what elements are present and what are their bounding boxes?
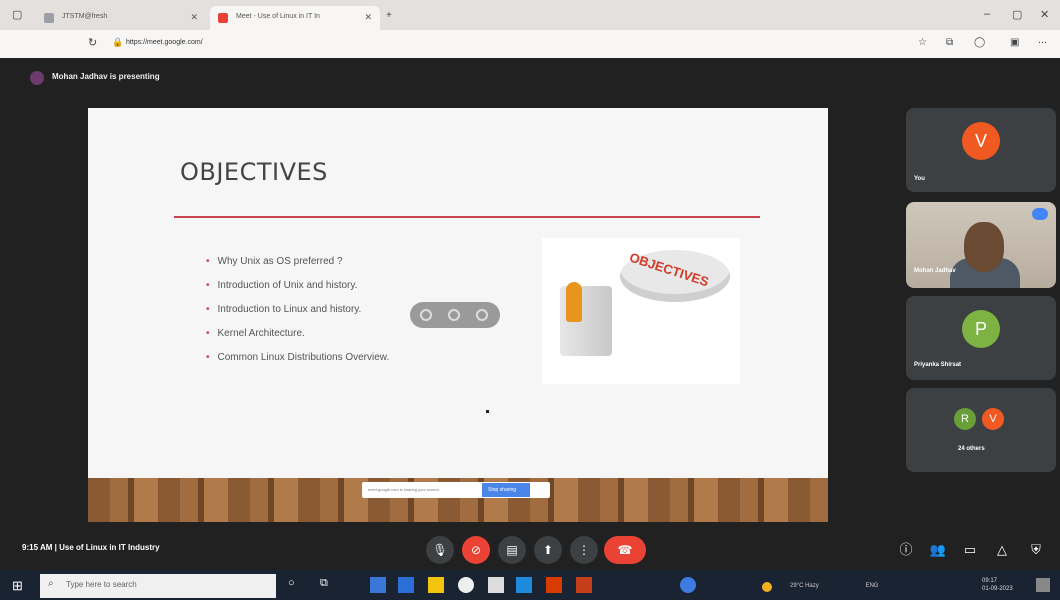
title-underline: [174, 216, 760, 218]
extensions-icon[interactable]: ⧉: [946, 37, 953, 48]
meet-favicon-icon: [218, 13, 228, 23]
bullet-item: • Introduction of Unix and history.: [206, 280, 358, 291]
powerpoint-icon[interactable]: [576, 577, 592, 593]
bullet-item: • Why Unix as OS preferred ?: [206, 256, 343, 267]
info-icon: ⓘ: [899, 542, 913, 557]
weather-icon: [762, 582, 772, 592]
window-icon[interactable]: ▢: [12, 8, 22, 21]
zoom-icon[interactable]: [448, 309, 460, 321]
camera-off-button[interactable]: ⊘: [462, 536, 490, 564]
close-icon[interactable]: ✕: [190, 12, 198, 23]
refresh-icon[interactable]: ↻: [88, 36, 97, 49]
chrome-icon[interactable]: [458, 577, 474, 593]
favorite-icon[interactable]: ☆: [918, 37, 927, 48]
pin-icon[interactable]: [420, 309, 432, 321]
start-icon[interactable]: ⊞: [12, 578, 23, 594]
close-window-icon[interactable]: ✕: [1040, 8, 1049, 21]
bullet-item: • Kernel Architecture.: [206, 328, 305, 339]
slide-title: OBJECTIVES: [180, 158, 328, 186]
presenting-banner: Mohan Jadhav is presenting: [52, 72, 160, 81]
activities-icon: △: [997, 542, 1007, 557]
present-button[interactable]: ⬆: [534, 536, 562, 564]
participant-name: Mohan Jadhav: [914, 268, 956, 274]
collections-icon[interactable]: ▣: [1010, 37, 1019, 48]
tab-label: Meet - Use of Linux in IT In: [236, 13, 320, 20]
more-options-button[interactable]: ⋮: [570, 536, 598, 564]
present-icon: ⬆: [542, 543, 554, 557]
avatar: V: [982, 408, 1004, 430]
stop-sharing-button[interactable]: Stop sharing: [482, 483, 530, 497]
speaking-indicator-icon: [1032, 208, 1048, 220]
meeting-info: 9:15 AM | Use of Linux in IT Industry: [22, 543, 160, 552]
new-tab-button[interactable]: +: [386, 10, 392, 21]
avatar: V: [962, 122, 1000, 160]
url-field[interactable]: https://meet.google.com/: [126, 35, 896, 53]
captions-icon: ▤: [506, 543, 518, 557]
more-options-icon[interactable]: [476, 309, 488, 321]
system-tray[interactable]: 29°C Hazy ENG: [790, 583, 878, 589]
leave-call-button[interactable]: ☎: [604, 536, 646, 564]
notifications-icon[interactable]: [1036, 578, 1050, 592]
others-count: 24 others: [958, 446, 985, 452]
activities-button[interactable]: △: [992, 540, 1012, 560]
dropbox-icon[interactable]: [398, 577, 414, 593]
shield-icon: ⛨: [1031, 542, 1041, 557]
store-icon[interactable]: [488, 577, 504, 593]
mouse-cursor: [486, 410, 489, 413]
figure-graphic: [566, 282, 582, 322]
presenter-avatar: [30, 71, 44, 85]
chat-button[interactable]: ▭: [960, 540, 980, 560]
tab-favicon-icon: [44, 13, 54, 23]
participant-tile-priyanka[interactable]: P Priyanka Shirsat: [906, 296, 1056, 380]
participant-tile-you[interactable]: V You: [906, 108, 1056, 192]
phone-hangup-icon: ☎: [617, 543, 633, 557]
avatar: P: [962, 310, 1000, 348]
people-icon: 👥: [929, 542, 947, 557]
bullet-item: • Common Linux Distributions Overview.: [206, 352, 390, 363]
host-controls-button[interactable]: ⛨: [1026, 540, 1046, 560]
profile-icon[interactable]: ◯: [974, 37, 985, 48]
task-view-icon[interactable]: ⧉: [320, 577, 336, 593]
camera-off-icon: ⊘: [470, 543, 482, 557]
app-icon-2[interactable]: [680, 577, 696, 593]
people-button[interactable]: 👥: [928, 540, 948, 560]
participant-name: Priyanka Shirsat: [914, 362, 962, 368]
person-face: [964, 222, 1004, 272]
lock-icon[interactable]: 🔒: [112, 37, 123, 48]
minimize-icon[interactable]: –: [984, 8, 990, 20]
mic-icon: 🎙: [432, 543, 448, 557]
participant-tile-others[interactable]: R V 24 others: [906, 388, 1056, 472]
tab-meet[interactable]: Meet - Use of Linux in IT In ✕: [210, 6, 380, 30]
office-icon[interactable]: [546, 577, 562, 593]
tab-1[interactable]: JTSTM@fresh ✕: [36, 6, 206, 30]
tab-label: JTSTM@fresh: [62, 13, 108, 20]
taskbar-clock[interactable]: 09:17 01-09-2023: [982, 577, 1013, 593]
edge-icon[interactable]: [516, 577, 532, 593]
microphone-button[interactable]: 🎙: [426, 536, 454, 564]
search-icon: ⌕: [48, 578, 54, 589]
meeting-details-button[interactable]: ⓘ: [896, 540, 916, 560]
file-explorer-icon[interactable]: [428, 577, 444, 593]
participant-name: You: [914, 176, 925, 182]
maximize-icon[interactable]: ▢: [1012, 8, 1022, 21]
chat-icon: ▭: [963, 542, 977, 557]
menu-icon[interactable]: ...: [1038, 34, 1047, 46]
app-icon[interactable]: [370, 577, 386, 593]
close-icon[interactable]: ✕: [364, 12, 372, 23]
taskbar-search[interactable]: Type here to search: [40, 574, 276, 598]
captions-button[interactable]: ▤: [498, 536, 526, 564]
avatar: R: [954, 408, 976, 430]
more-vert-icon: ⋮: [578, 543, 590, 557]
cortana-icon[interactable]: ○: [288, 577, 304, 593]
